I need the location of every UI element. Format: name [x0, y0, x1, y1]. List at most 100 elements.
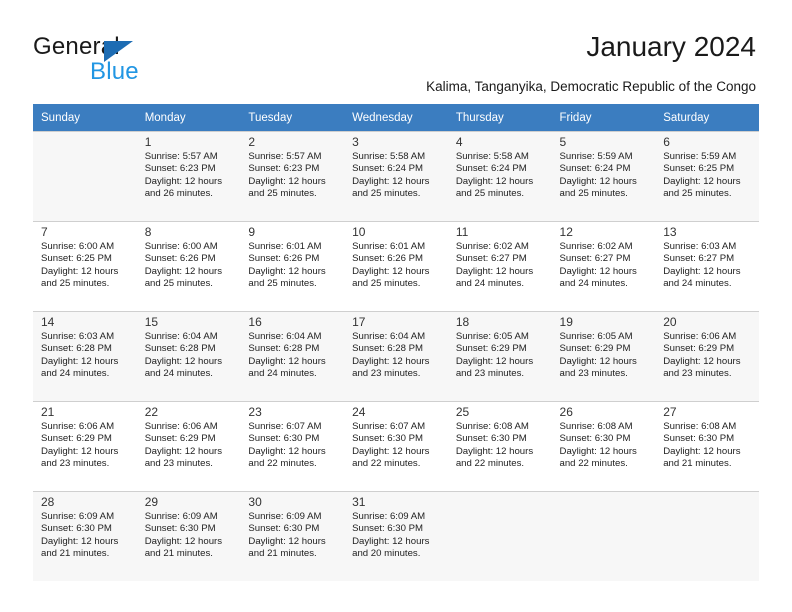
calendar-day-cell[interactable]: 12 Sunrise: 6:02 AM Sunset: 6:27 PM Dayligh…	[551, 221, 656, 311]
calendar-day-cell[interactable]: 8 Sunrise: 6:00 AM Sunset: 6:26 PM Daylight…	[136, 221, 241, 311]
daylight-line-2: and 25 minutes.	[144, 278, 213, 290]
calendar-week-row: 14 Sunrise: 6:03 AM Sunset: 6:28 PM Dayligh…	[33, 311, 759, 401]
day-cell-inner: 19 Sunrise: 6:05 AM Sunset: 6:29 PM Dayligh…	[551, 311, 656, 401]
calendar-day-cell[interactable]: 11 Sunrise: 6:02 AM Sunset: 6:27 PM Dayligh…	[447, 221, 552, 311]
day-number: 22	[144, 405, 159, 419]
weekday-header-saturday: Saturday	[655, 104, 759, 131]
calendar-day-cell[interactable]: 30 Sunrise: 6:09 AM Sunset: 6:30 PM Dayligh…	[240, 491, 345, 581]
calendar-day-cell[interactable]: 4 Sunrise: 5:58 AM Sunset: 6:24 PM Daylight…	[447, 131, 552, 221]
day-number: 4	[455, 135, 463, 149]
sunrise-time: Sunrise: 5:57 AM	[248, 151, 322, 162]
day-details	[655, 497, 759, 498]
calendar-day-cell[interactable]: 28 Sunrise: 6:09 AM Sunset: 6:30 PM Dayligh…	[33, 491, 137, 581]
calendar-day-cell[interactable]: 27 Sunrise: 6:08 AM Sunset: 6:30 PM Dayligh…	[655, 401, 759, 491]
day-cell-inner: 14 Sunrise: 6:03 AM Sunset: 6:28 PM Dayligh…	[33, 311, 137, 401]
sunset-time: Sunset: 6:30 PM	[248, 433, 320, 445]
calendar-day-cell[interactable]: 5 Sunrise: 5:59 AM Sunset: 6:24 PM Daylight…	[551, 131, 656, 221]
calendar-body: 1 Sunrise: 5:57 AM Sunset: 6:23 PM Daylight…	[33, 131, 759, 581]
day-cell-inner: 22 Sunrise: 6:06 AM Sunset: 6:29 PM Dayligh…	[136, 401, 241, 491]
sunrise-time: Sunrise: 6:07 AM	[248, 421, 322, 432]
day-number: 14	[41, 315, 55, 329]
calendar-day-cell[interactable]: 26 Sunrise: 6:08 AM Sunset: 6:30 PM Dayligh…	[551, 401, 656, 491]
calendar-day-cell[interactable]: 20 Sunrise: 6:06 AM Sunset: 6:29 PM Dayligh…	[655, 311, 759, 401]
day-details: Sunrise: 6:01 AM Sunset: 6:26 PM Daylight:…	[344, 240, 448, 291]
daylight-line-1: Daylight: 12 hours	[248, 265, 326, 277]
daylight-line-2: and 24 minutes.	[455, 278, 525, 290]
sunset-time: Sunset: 6:27 PM	[559, 253, 631, 265]
day-cell-inner: 1 Sunrise: 5:57 AM Sunset: 6:23 PM Daylight…	[136, 131, 241, 221]
daylight-line-2: and 25 minutes.	[352, 188, 421, 200]
sunrise-time: Sunrise: 5:59 AM	[663, 151, 737, 162]
day-details	[33, 137, 137, 138]
daylight-line-1: Daylight: 12 hours	[352, 445, 430, 457]
day-cell-inner: 7 Sunrise: 6:00 AM Sunset: 6:25 PM Daylight…	[33, 221, 137, 311]
day-cell-inner: 5 Sunrise: 5:59 AM Sunset: 6:24 PM Daylight…	[551, 131, 656, 221]
calendar-day-cell[interactable]: 25 Sunrise: 6:08 AM Sunset: 6:30 PM Dayligh…	[447, 401, 552, 491]
day-number: 21	[41, 405, 55, 419]
day-details: Sunrise: 5:59 AM Sunset: 6:24 PM Daylight:…	[552, 150, 656, 201]
calendar-day-cell[interactable]: 21 Sunrise: 6:06 AM Sunset: 6:29 PM Dayligh…	[33, 401, 137, 491]
daylight-line-2: and 20 minutes.	[352, 548, 421, 560]
general-blue-logo: General Blue	[33, 33, 203, 85]
calendar-day-cell[interactable]: 17 Sunrise: 6:04 AM Sunset: 6:28 PM Dayligh…	[344, 311, 448, 401]
day-details: Sunrise: 6:09 AM Sunset: 6:30 PM Daylight:…	[137, 510, 241, 561]
daylight-line-1: Daylight: 12 hours	[144, 355, 223, 367]
calendar-day-cell[interactable]: 19 Sunrise: 6:05 AM Sunset: 6:29 PM Dayligh…	[551, 311, 656, 401]
calendar-week-row: 28 Sunrise: 6:09 AM Sunset: 6:30 PM Dayligh…	[33, 491, 759, 581]
day-number: 6	[663, 135, 670, 149]
daylight-line-2: and 25 minutes.	[559, 188, 628, 200]
daylight-line-2: and 23 minutes.	[41, 458, 110, 470]
day-number: 5	[559, 135, 567, 149]
calendar-day-cell[interactable]: 2 Sunrise: 5:57 AM Sunset: 6:23 PM Daylight…	[240, 131, 345, 221]
day-cell-inner: 12 Sunrise: 6:02 AM Sunset: 6:27 PM Dayligh…	[551, 221, 656, 311]
calendar-day-cell[interactable]: 24 Sunrise: 6:07 AM Sunset: 6:30 PM Dayligh…	[344, 401, 448, 491]
calendar-day-cell[interactable]: 22 Sunrise: 6:06 AM Sunset: 6:29 PM Dayligh…	[136, 401, 241, 491]
calendar-day-cell[interactable]: 14 Sunrise: 6:03 AM Sunset: 6:28 PM Dayligh…	[33, 311, 137, 401]
calendar-day-cell[interactable]: 29 Sunrise: 6:09 AM Sunset: 6:30 PM Dayligh…	[136, 491, 241, 581]
day-number: 12	[559, 225, 573, 239]
calendar-day-cell[interactable]: 3 Sunrise: 5:58 AM Sunset: 6:24 PM Daylight…	[344, 131, 448, 221]
calendar-day-cell[interactable]: 16 Sunrise: 6:04 AM Sunset: 6:28 PM Dayligh…	[240, 311, 345, 401]
sunrise-time: Sunrise: 6:01 AM	[352, 241, 426, 252]
daylight-line-1: Daylight: 12 hours	[663, 265, 741, 277]
day-number: 29	[144, 495, 159, 509]
sunset-time: Sunset: 6:23 PM	[144, 163, 216, 175]
sunrise-time: Sunrise: 6:08 AM	[663, 421, 737, 432]
calendar-day-cell[interactable]: 23 Sunrise: 6:07 AM Sunset: 6:30 PM Dayligh…	[240, 401, 345, 491]
calendar-day-cell[interactable]: 7 Sunrise: 6:00 AM Sunset: 6:25 PM Daylight…	[33, 221, 137, 311]
sunrise-time: Sunrise: 6:09 AM	[144, 511, 218, 522]
sunrise-time: Sunrise: 6:01 AM	[248, 241, 322, 252]
day-number: 17	[352, 315, 366, 329]
daylight-line-2: and 25 minutes.	[248, 278, 317, 290]
day-number: 24	[352, 405, 366, 419]
day-details: Sunrise: 6:06 AM Sunset: 6:29 PM Daylight:…	[655, 330, 759, 381]
day-cell-inner: 31 Sunrise: 6:09 AM Sunset: 6:30 PM Dayligh…	[344, 491, 448, 581]
calendar-day-cell[interactable]: 1 Sunrise: 5:57 AM Sunset: 6:23 PM Daylight…	[136, 131, 241, 221]
daylight-line-1: Daylight: 12 hours	[455, 175, 534, 187]
calendar-day-cell[interactable]: 31 Sunrise: 6:09 AM Sunset: 6:30 PM Dayligh…	[344, 491, 448, 581]
day-details	[552, 497, 656, 498]
sunrise-sunset-calendar: Sunday Monday Tuesday Wednesday Thursday…	[33, 104, 759, 581]
calendar-day-cell[interactable]: 10 Sunrise: 6:01 AM Sunset: 6:26 PM Dayligh…	[344, 221, 448, 311]
daylight-line-1: Daylight: 12 hours	[559, 265, 637, 277]
day-number: 9	[248, 225, 256, 239]
day-number: 7	[41, 225, 48, 239]
weekday-header-tuesday: Tuesday	[240, 104, 345, 131]
page-title: January 2024	[586, 31, 756, 62]
day-details: Sunrise: 6:05 AM Sunset: 6:29 PM Daylight:…	[552, 330, 656, 381]
calendar-day-cell[interactable]: 9 Sunrise: 6:01 AM Sunset: 6:26 PM Daylight…	[240, 221, 345, 311]
calendar-day-cell[interactable]: 15 Sunrise: 6:04 AM Sunset: 6:28 PM Dayligh…	[136, 311, 241, 401]
daylight-line-2: and 25 minutes.	[248, 188, 317, 200]
weekday-header-monday: Monday	[136, 104, 241, 131]
calendar-day-cell[interactable]: 13 Sunrise: 6:03 AM Sunset: 6:27 PM Dayligh…	[655, 221, 759, 311]
calendar-day-cell[interactable]: 18 Sunrise: 6:05 AM Sunset: 6:29 PM Dayligh…	[447, 311, 552, 401]
day-details: Sunrise: 6:05 AM Sunset: 6:29 PM Daylight:…	[448, 330, 552, 381]
sunrise-time: Sunrise: 6:02 AM	[455, 241, 529, 252]
sunset-time: Sunset: 6:30 PM	[352, 523, 424, 535]
day-cell-inner: 28 Sunrise: 6:09 AM Sunset: 6:30 PM Dayligh…	[33, 491, 137, 581]
calendar-day-cell[interactable]: 6 Sunrise: 5:59 AM Sunset: 6:25 PM Daylight…	[655, 131, 759, 221]
sunset-time: Sunset: 6:30 PM	[559, 433, 631, 445]
sunset-time: Sunset: 6:24 PM	[455, 163, 527, 175]
sunrise-time: Sunrise: 5:59 AM	[559, 151, 633, 162]
day-cell-inner: 20 Sunrise: 6:06 AM Sunset: 6:29 PM Dayligh…	[655, 311, 759, 401]
